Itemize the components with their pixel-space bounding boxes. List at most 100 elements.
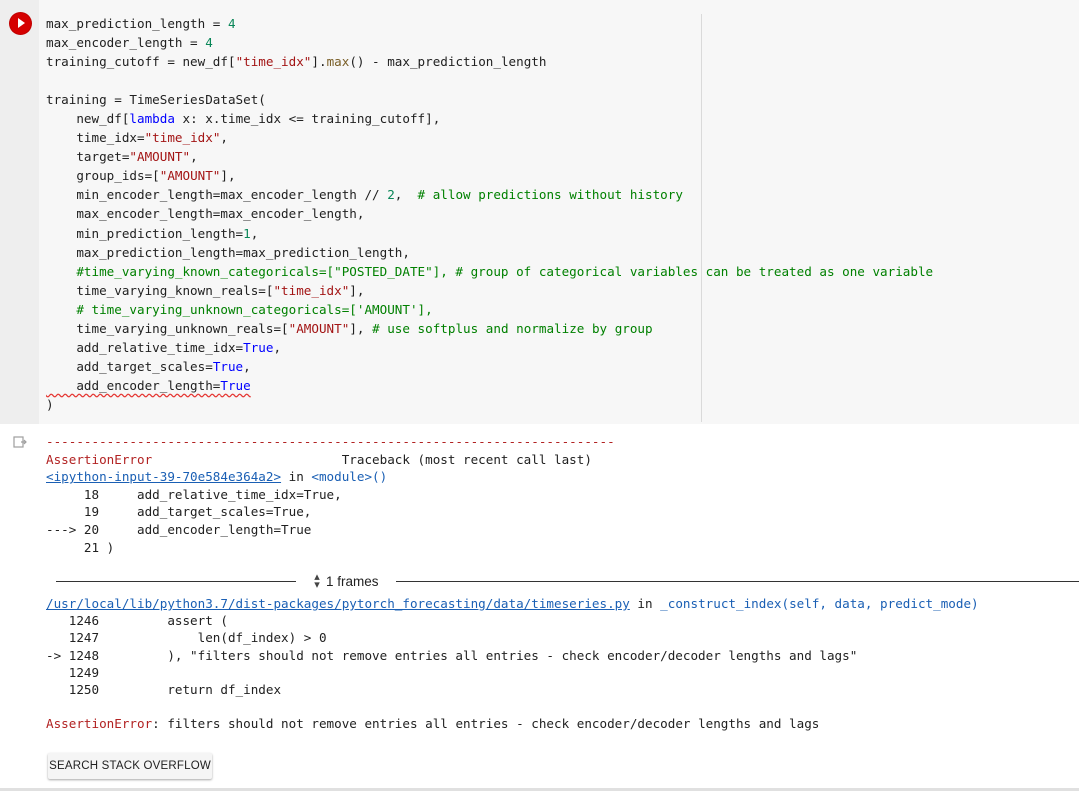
code-line[interactable]: min_prediction_length=1, bbox=[46, 224, 933, 243]
code-token: max_prediction_length=max_prediction_len… bbox=[46, 244, 410, 260]
code-token: ]. bbox=[311, 54, 327, 70]
code-token: ], bbox=[220, 168, 236, 184]
code-token: training_cutoff = new_df[ bbox=[46, 54, 236, 70]
code-token: 4 bbox=[205, 35, 213, 51]
code-line[interactable]: add_target_scales=True, bbox=[46, 357, 933, 376]
code-token: () - max_prediction_length bbox=[349, 54, 547, 70]
code-line[interactable]: time_idx="time_idx", bbox=[46, 128, 933, 147]
expand-collapse-icon: ▴ ▾ bbox=[314, 571, 320, 591]
code-token: ) bbox=[46, 396, 54, 412]
error-name: AssertionError bbox=[46, 451, 153, 467]
search-stack-overflow-button[interactable]: SEARCH STACK OVERFLOW bbox=[48, 753, 212, 779]
code-line[interactable]: time_varying_unknown_reals=["AMOUNT"], #… bbox=[46, 319, 933, 338]
code-token: ], bbox=[349, 320, 373, 336]
trace-line: 19 add_target_scales=True, bbox=[46, 504, 312, 520]
frame-line: 1249 bbox=[46, 664, 107, 680]
code-token: , bbox=[190, 149, 198, 165]
trace-line: 21 ) bbox=[46, 539, 115, 555]
code-text[interactable]: max_prediction_length = 4 max_encoder_len… bbox=[46, 14, 933, 414]
code-token: time_idx= bbox=[46, 130, 145, 146]
code-token: True bbox=[212, 358, 244, 374]
frame-line: 1250 return df_index bbox=[46, 682, 282, 698]
module-name: <module>() bbox=[311, 469, 388, 485]
frames-count: 1 frames bbox=[326, 573, 379, 589]
code-token: 1 bbox=[243, 225, 251, 241]
final-error-name: AssertionError bbox=[46, 716, 153, 732]
code-token: "time_idx" bbox=[235, 54, 312, 70]
code-line[interactable]: # time_varying_unknown_categoricals=['AM… bbox=[46, 300, 933, 319]
output-icon[interactable] bbox=[13, 436, 27, 448]
code-token: max_encoder_length=max_encoder_length, bbox=[46, 206, 365, 222]
code-token: True bbox=[243, 339, 274, 355]
code-token: max bbox=[326, 54, 350, 70]
final-error: AssertionError: filters should not remov… bbox=[46, 715, 979, 732]
code-token: #time_varying_known_categoricals=["POSTE… bbox=[46, 263, 934, 279]
traceback-title: Traceback (most recent call last) bbox=[152, 451, 592, 467]
frames-toggle[interactable]: ▴ ▾ 1 frames bbox=[312, 571, 379, 591]
frame-line: -> 1248 ), "filters should not remove en… bbox=[46, 647, 858, 663]
code-line[interactable]: max_prediction_length=max_prediction_len… bbox=[46, 243, 933, 262]
code-line[interactable]: training_cutoff = new_df["time_idx"].max… bbox=[46, 52, 933, 71]
code-token: , bbox=[243, 358, 251, 374]
code-line[interactable]: min_encoder_length=max_encoder_length //… bbox=[46, 185, 933, 204]
code-cell[interactable]: max_prediction_length = 4 max_encoder_len… bbox=[0, 0, 1079, 424]
code-line[interactable]: add_relative_time_idx=True, bbox=[46, 338, 933, 357]
code-token: "time_idx" bbox=[144, 130, 221, 146]
traceback-header: AssertionError Traceback (most recent ca… bbox=[46, 451, 615, 469]
code-line[interactable]: add_encoder_length=True bbox=[46, 376, 933, 395]
code-token: 4 bbox=[227, 16, 236, 31]
code-token: new_df[ bbox=[46, 111, 130, 127]
code-line[interactable] bbox=[46, 71, 933, 90]
code-token: group_ids=[ bbox=[46, 168, 160, 184]
code-line[interactable]: max_prediction_length = 4 bbox=[46, 14, 933, 33]
code-token: # allow predictions without history bbox=[417, 187, 683, 203]
code-token: , bbox=[394, 187, 418, 203]
input-location: <ipython-input-39-70e584e364a2> in <modu… bbox=[46, 468, 615, 486]
code-line[interactable]: training = TimeSeriesDataSet( bbox=[46, 90, 933, 109]
code-token: add_encoder_length= bbox=[46, 377, 221, 393]
frame-output: /usr/local/lib/python3.7/dist-packages/p… bbox=[46, 595, 979, 733]
code-line[interactable]: #time_varying_known_categoricals=["POSTE… bbox=[46, 262, 933, 281]
code-line[interactable]: max_encoder_length = 4 bbox=[46, 33, 933, 52]
trace-line: ---> 20 add_encoder_length=True bbox=[46, 521, 312, 537]
code-token: training = TimeSeriesDataSet( bbox=[46, 92, 266, 108]
frame-line: 1246 assert ( bbox=[46, 613, 228, 629]
code-token: time_varying_unknown_reals=[ bbox=[46, 320, 289, 336]
code-token: , bbox=[220, 130, 228, 146]
code-line[interactable]: ) bbox=[46, 395, 933, 414]
run-cell-button[interactable] bbox=[10, 13, 31, 34]
code-token: , bbox=[273, 339, 282, 355]
code-token: min_encoder_length=max_encoder_length // bbox=[46, 187, 388, 203]
code-line[interactable]: new_df[lambda x: x.time_idx <= training_… bbox=[46, 109, 933, 128]
final-error-message: : filters should not remove entries all … bbox=[152, 716, 820, 732]
frames-divider-left bbox=[56, 581, 296, 582]
function-signature: _construct_index(self, data, predict_mod… bbox=[660, 596, 979, 611]
frames-divider-right bbox=[396, 581, 1079, 582]
code-line[interactable]: group_ids=["AMOUNT"], bbox=[46, 166, 933, 185]
traceback-dashes: ----------------------------------------… bbox=[46, 434, 615, 449]
cell-gutter bbox=[0, 0, 39, 424]
code-token: 2 bbox=[387, 187, 395, 203]
code-token: x: x.time_idx <= training_cutoff], bbox=[174, 111, 441, 127]
code-token: "AMOUNT" bbox=[288, 320, 350, 336]
code-token: "time_idx" bbox=[273, 282, 350, 298]
in-word: in bbox=[281, 469, 312, 485]
traceback-output: ----------------------------------------… bbox=[46, 433, 615, 556]
code-token: , bbox=[250, 225, 259, 241]
code-line[interactable]: max_encoder_length=max_encoder_length, bbox=[46, 204, 933, 223]
code-token: min_prediction_length= bbox=[46, 225, 244, 241]
code-token: "AMOUNT" bbox=[129, 149, 191, 165]
code-line[interactable]: target="AMOUNT", bbox=[46, 147, 933, 166]
ipython-input-link[interactable]: <ipython-input-39-70e584e364a2> bbox=[46, 469, 281, 484]
code-line[interactable]: time_varying_known_reals=["time_idx"], bbox=[46, 281, 933, 300]
code-token: # time_varying_unknown_categoricals=['AM… bbox=[46, 301, 433, 317]
frame-location: /usr/local/lib/python3.7/dist-packages/p… bbox=[46, 595, 979, 612]
code-token: max_encoder_length = bbox=[46, 35, 206, 51]
code-token: True bbox=[220, 377, 251, 393]
code-token: add_relative_time_idx= bbox=[46, 339, 244, 355]
collapsed-frames[interactable]: ▴ ▾ 1 frames bbox=[56, 571, 1079, 593]
file-path-link[interactable]: /usr/local/lib/python3.7/dist-packages/p… bbox=[46, 596, 630, 611]
code-token: lambda bbox=[129, 111, 175, 127]
